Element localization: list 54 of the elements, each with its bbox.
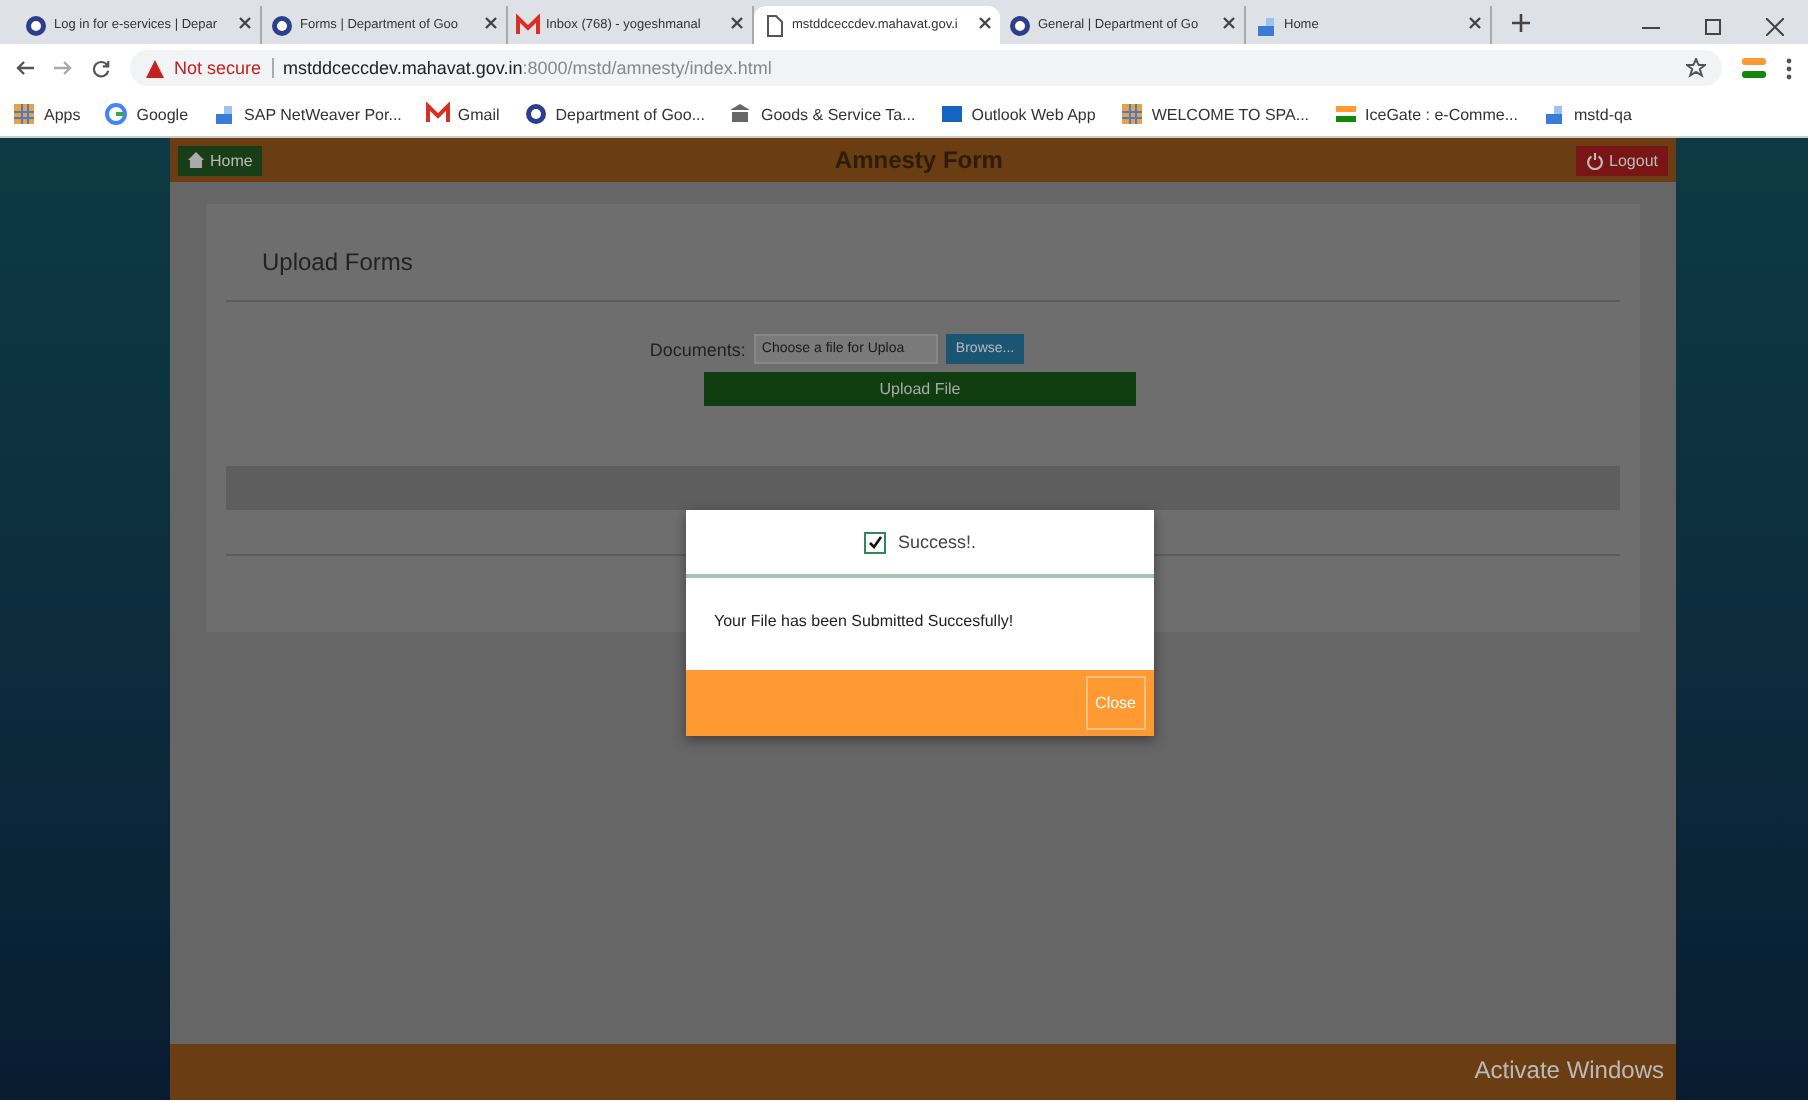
globe-icon xyxy=(24,13,48,37)
building-icon xyxy=(728,102,753,126)
field-label: Documents: xyxy=(649,339,746,359)
upload-button[interactable]: Upload File xyxy=(704,372,1136,406)
close-icon[interactable] xyxy=(484,16,498,30)
home-icon xyxy=(188,152,204,168)
close-icon[interactable] xyxy=(1766,18,1784,36)
bookmark-link[interactable]: Apps xyxy=(12,102,81,126)
menu-icon[interactable] xyxy=(1786,57,1792,79)
document-icon xyxy=(1254,13,1278,37)
close-icon[interactable] xyxy=(238,16,252,30)
reload-icon[interactable] xyxy=(92,59,110,77)
mail-icon xyxy=(516,13,540,37)
close-icon[interactable] xyxy=(730,16,744,30)
url-path: :8000/mstd/amnesty/index.html xyxy=(522,58,772,78)
bookmark-link[interactable]: IceGate : e-Comme... xyxy=(1333,102,1518,126)
activation-notice: Activate Windows xyxy=(1474,1056,1664,1084)
address-bar[interactable]: Not secure mstddceccdev.mahavat.gov.in:8000/mstd/amnesty/index.html xyxy=(130,50,1722,86)
close-icon[interactable] xyxy=(1222,16,1236,30)
globe-icon xyxy=(523,102,548,126)
bookmark-link[interactable]: Department of Goo... xyxy=(523,102,705,126)
bookmark-link[interactable]: WELCOME TO SPA... xyxy=(1119,102,1310,126)
logout-button[interactable]: Logout xyxy=(1575,145,1668,175)
bookmark-link[interactable]: Outlook Web App xyxy=(939,102,1096,126)
grid-icon xyxy=(1119,102,1144,126)
globe-icon xyxy=(270,13,294,37)
bookmark-link[interactable]: Gmail xyxy=(425,102,500,126)
grid-icon xyxy=(12,102,36,126)
document-icon xyxy=(1542,102,1566,126)
security-label: Not secure xyxy=(174,58,274,78)
power-icon xyxy=(1585,151,1604,169)
document-icon xyxy=(212,102,237,126)
globe-icon xyxy=(1008,13,1032,37)
close-icon[interactable] xyxy=(1468,16,1482,30)
bookmark-link[interactable]: SAP NetWeaver Por... xyxy=(212,102,402,126)
home-button[interactable]: Home xyxy=(178,145,263,175)
close-icon[interactable] xyxy=(978,16,992,30)
warning-icon xyxy=(146,59,164,77)
card-heading: Upload Forms xyxy=(226,204,1620,302)
restore-icon[interactable] xyxy=(1704,18,1722,36)
back-icon[interactable] xyxy=(16,60,34,76)
mail-icon xyxy=(425,102,450,126)
flag-icon xyxy=(1333,102,1358,126)
dialog-message: Your File has been Submitted Succesfully! xyxy=(712,610,1016,634)
new-tab-icon[interactable] xyxy=(1512,14,1530,32)
dialog-title: Success!. xyxy=(897,532,976,552)
url-host: mstddceccdev.mahavat.gov.in xyxy=(283,58,523,78)
bookmark-link[interactable]: Google xyxy=(104,102,189,126)
g-logo-icon xyxy=(104,102,129,126)
page-icon xyxy=(762,13,786,37)
star-icon[interactable] xyxy=(1686,58,1706,78)
bookmark-link[interactable]: Goods & Service Ta... xyxy=(728,102,916,126)
page-title: Amnesty Form xyxy=(834,146,1003,174)
bookmark-link[interactable]: mstd-qa xyxy=(1542,102,1632,126)
